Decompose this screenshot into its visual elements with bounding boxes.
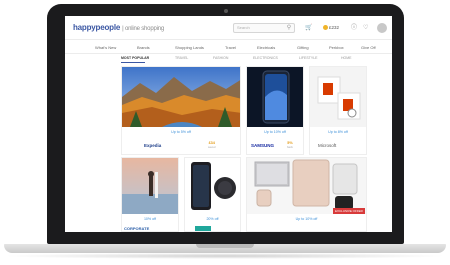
exclusive-offer-badge: EXCLUSIVE OFFER bbox=[333, 208, 365, 214]
logo-tagline: | online shopping bbox=[122, 26, 165, 32]
brand-logo-microsoft: Microsoft bbox=[318, 143, 337, 148]
brand-logo-partner bbox=[195, 226, 211, 231]
category-tabs: MOST POPULAR TRAVEL FASHION ELECTRONICS … bbox=[65, 54, 392, 63]
cashback-badge: 5% back bbox=[287, 141, 293, 149]
logo[interactable]: happypeople | online shopping bbox=[73, 23, 164, 32]
software-box-image bbox=[310, 67, 366, 127]
cart-icon[interactable]: 🛒 bbox=[305, 24, 312, 32]
offer-card-apple[interactable]: EXCLUSIVE OFFER Up to 10% off bbox=[246, 157, 367, 232]
tab-lifestyle[interactable]: LIFESTYLE bbox=[299, 56, 317, 60]
offer-caption: Up to 8% off bbox=[328, 130, 348, 134]
offer-card-expedia[interactable]: Up to 5% off Expedia £34 saved bbox=[121, 66, 241, 155]
laptop-shadow bbox=[2, 253, 448, 259]
camera-dot bbox=[224, 9, 228, 13]
cashback-note: saved bbox=[208, 145, 216, 149]
offer-caption: 20% off bbox=[206, 217, 219, 221]
nav-item-gifting[interactable]: Gifting bbox=[297, 45, 309, 50]
brand-logo-expedia: Expedia bbox=[144, 143, 162, 148]
landscape-image bbox=[122, 67, 240, 127]
offer-caption: 10% off bbox=[143, 217, 157, 221]
nav-item-perkbox[interactable]: Perkbox bbox=[329, 45, 344, 50]
laptop-notch bbox=[196, 244, 254, 248]
nav-item-give-off[interactable]: Give Off bbox=[361, 45, 376, 50]
help-icon[interactable]: ⓘ bbox=[351, 24, 357, 32]
brand-logo-corporate: CORPORATE bbox=[124, 226, 150, 231]
offer-card-phone-charger[interactable]: 20% off bbox=[184, 157, 241, 232]
nav-item-travel[interactable]: Travel bbox=[225, 45, 236, 50]
bell-icon[interactable]: ♡ bbox=[363, 24, 368, 32]
tab-fashion[interactable]: FASHION bbox=[213, 56, 228, 60]
search-icon[interactable]: ⚲ bbox=[285, 24, 293, 32]
offer-card-microsoft[interactable]: Up to 8% off Microsoft bbox=[309, 66, 367, 155]
nav-item-brands[interactable]: Brands bbox=[137, 45, 150, 50]
points-value: £232 bbox=[329, 25, 340, 30]
avatar[interactable] bbox=[377, 23, 387, 33]
points-balance[interactable]: £232 bbox=[323, 25, 339, 30]
cashback-note: back bbox=[287, 145, 293, 149]
offer-caption: Up to 5% off bbox=[171, 130, 191, 134]
nav-item-shopping-lands[interactable]: Shopping Lands bbox=[175, 45, 204, 50]
offer-card-samsung[interactable]: Up to 10% off SAMSUNG 5% back bbox=[246, 66, 304, 155]
tab-electronics[interactable]: ELECTRONICS bbox=[253, 56, 278, 60]
phone-image bbox=[247, 67, 303, 127]
offer-card-corporate[interactable]: 10% off CORPORATE bbox=[121, 157, 179, 232]
coin-icon bbox=[323, 25, 328, 30]
tab-most-popular[interactable]: MOST POPULAR bbox=[121, 56, 149, 60]
laptop-mockup: happypeople | online shopping Search ⚲ 🛒 … bbox=[0, 0, 450, 265]
cashback-badge: £34 saved bbox=[208, 141, 215, 149]
active-tab-indicator bbox=[121, 62, 145, 63]
logo-text: happypeople bbox=[73, 23, 121, 32]
screen: happypeople | online shopping Search ⚲ 🛒 … bbox=[65, 16, 392, 232]
header: happypeople | online shopping Search ⚲ 🛒 … bbox=[65, 16, 392, 40]
surfer-image bbox=[122, 158, 178, 214]
phone-charger-image bbox=[185, 158, 240, 214]
offer-caption: Up to 10% off bbox=[264, 130, 286, 134]
search-placeholder: Search bbox=[237, 25, 250, 30]
tab-home[interactable]: HOME bbox=[341, 56, 352, 60]
nav-item-whats-new[interactable]: What's New bbox=[95, 45, 116, 50]
offer-caption: Up to 10% off bbox=[295, 217, 318, 221]
main-nav: What's New Brands Shopping Lands Travel … bbox=[65, 41, 392, 54]
apple-devices-image bbox=[247, 158, 366, 214]
brand-logo-samsung: SAMSUNG bbox=[251, 143, 275, 148]
nav-item-electricals[interactable]: Electricals bbox=[257, 45, 275, 50]
tab-travel[interactable]: TRAVEL bbox=[175, 56, 188, 60]
search-input[interactable]: Search ⚲ bbox=[233, 23, 295, 33]
